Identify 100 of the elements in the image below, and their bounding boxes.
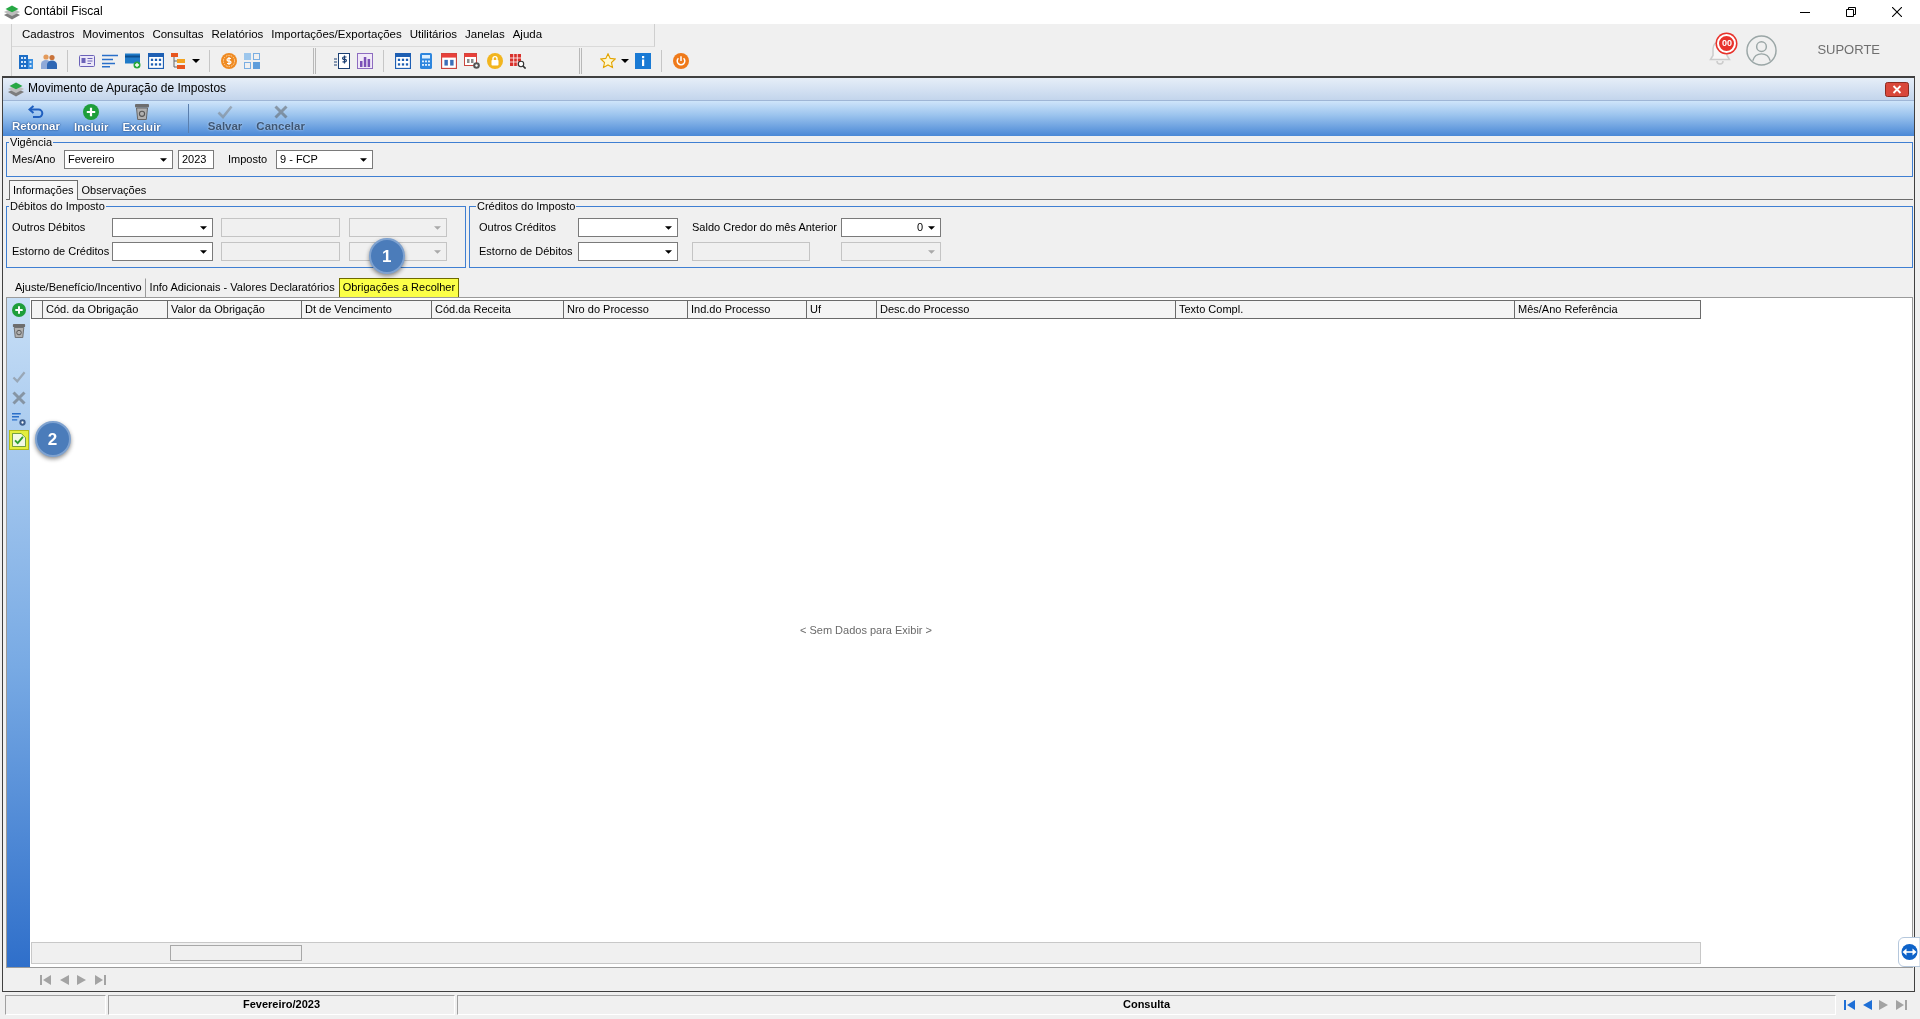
menu-item[interactable]: Ajuda (508, 28, 547, 42)
checklist-button[interactable] (8, 430, 29, 450)
coin-icon[interactable] (220, 53, 237, 69)
caret-icon[interactable] (192, 59, 200, 63)
trash-icon (133, 103, 150, 120)
close-icon[interactable] (1885, 81, 1909, 97)
first-page-icon[interactable] (1844, 999, 1856, 1010)
column-header[interactable]: Cód. da Obrigação (43, 300, 168, 319)
row-indicator-header (31, 300, 43, 319)
dropdown[interactable]: Fevereiro (64, 150, 173, 169)
close-icon[interactable] (1892, 7, 1902, 17)
empty-message: < Sem Dados para Exibir > (799, 624, 933, 637)
field-label: Imposto (228, 153, 269, 166)
window-title: Movimento de Apuração de Impostos (28, 82, 227, 96)
field-label: Mes/Ano (12, 153, 57, 166)
tab[interactable]: Observações (77, 181, 151, 200)
app-logo-icon (4, 4, 20, 20)
cross-icon (11, 391, 26, 405)
step-callout: 2 (34, 421, 71, 457)
column-header[interactable]: Dt de Vencimento (302, 300, 432, 319)
dropdown[interactable]: 9 - FCP (276, 150, 373, 169)
column-header[interactable]: Uf (807, 300, 877, 319)
calendar-icon[interactable] (394, 53, 411, 69)
menu-item[interactable]: Importações/Exportações (267, 28, 406, 42)
menu-item[interactable]: Relatórios (207, 28, 268, 42)
menu-item[interactable]: Janelas (461, 28, 509, 42)
check-icon (11, 371, 26, 383)
dropdown[interactable] (578, 218, 678, 237)
window-icon (8, 81, 24, 97)
building-icon[interactable] (17, 53, 34, 69)
notification-count: 00 (1717, 34, 1737, 53)
tab[interactable]: Obrigações a Recolher (338, 278, 460, 297)
text-field[interactable]: 2023 (178, 150, 214, 169)
column-header[interactable]: Mês/Ano Referência (1515, 300, 1701, 319)
calendar-gear-icon[interactable] (463, 53, 480, 69)
column-header[interactable]: Texto Compl. (1176, 300, 1515, 319)
id-card-icon[interactable] (78, 53, 95, 69)
return-arrow-icon (27, 104, 44, 119)
caret-icon[interactable] (200, 225, 207, 230)
card-plus-icon[interactable] (124, 53, 141, 69)
column-header[interactable]: Nro do Processo (564, 300, 688, 319)
tab[interactable]: Informações (9, 180, 78, 200)
step-callout: 1 (368, 238, 405, 274)
group-title: Créditos do Imposto (476, 200, 577, 212)
previous-icon[interactable] (1863, 999, 1872, 1010)
caret-icon[interactable] (200, 249, 207, 254)
menu-item[interactable]: Cadastros (18, 28, 79, 42)
star-icon[interactable] (599, 53, 616, 69)
group-title: Vigência (9, 136, 53, 148)
info-icon[interactable] (634, 53, 651, 69)
menu-item[interactable]: Consultas (148, 28, 208, 42)
caret-icon[interactable] (665, 225, 672, 230)
calendar-icon[interactable] (440, 53, 457, 69)
plus-circle-icon (83, 103, 100, 120)
dropdown[interactable]: 0 (841, 218, 941, 237)
dropdown[interactable] (578, 242, 678, 261)
power-icon[interactable] (672, 53, 689, 69)
scrollbar-thumb[interactable] (170, 945, 302, 961)
cross-icon (273, 104, 288, 119)
column-header[interactable]: Desc.do Processo (877, 300, 1176, 319)
bar-chart-icon[interactable] (356, 53, 373, 69)
caret-icon[interactable] (665, 249, 672, 254)
group-title: Débitos do Imposto (9, 200, 106, 212)
calendar-icon[interactable] (147, 53, 164, 69)
field-label: Saldo Credor do mês Anterior (692, 221, 838, 234)
document-check-icon (11, 433, 26, 447)
menu-item[interactable]: Movimentos (78, 28, 149, 42)
caret-icon[interactable] (621, 59, 629, 63)
user-name[interactable]: SUPORTE (1817, 42, 1880, 58)
org-chart-icon[interactable] (170, 53, 187, 69)
column-header[interactable]: Ind.do Processo (688, 300, 807, 319)
dropdown[interactable] (112, 218, 213, 237)
field-label: Estorno de Débitos (479, 245, 574, 258)
dropdown[interactable] (112, 242, 213, 261)
document-dollar-icon[interactable] (333, 53, 350, 69)
people-icon[interactable] (40, 53, 57, 69)
caret-icon[interactable] (360, 157, 367, 162)
minimize-icon[interactable] (1800, 11, 1810, 13)
list-gear-icon (11, 412, 26, 426)
user-avatar-icon[interactable] (1746, 34, 1778, 66)
calculator-icon[interactable] (417, 53, 434, 69)
column-header[interactable]: Cód.da Receita (432, 300, 564, 319)
caret-icon[interactable] (928, 225, 935, 230)
plus-circle-icon (11, 303, 26, 317)
horizontal-scrollbar[interactable] (31, 942, 1701, 964)
menu-item[interactable]: Utilitários (405, 28, 462, 42)
list-icon[interactable] (101, 53, 118, 69)
caret-icon[interactable] (160, 157, 167, 162)
restore-icon[interactable] (1846, 7, 1856, 17)
squares-icon[interactable] (243, 53, 260, 69)
trash-icon (11, 324, 26, 338)
app-title: Contábil Fiscal (24, 5, 103, 19)
field-label: Outros Débitos (12, 221, 87, 234)
table-search-icon[interactable] (509, 53, 526, 69)
column-header[interactable]: Valor da Obrigação (168, 300, 302, 319)
tab[interactable]: Info Adicionais - Valores Declaratórios (145, 278, 339, 297)
check-icon (217, 104, 234, 119)
field-label: Outros Créditos (479, 221, 558, 234)
status-mode: Consulta (457, 994, 1836, 1015)
status-period: Fevereiro/2023 (108, 994, 455, 1015)
